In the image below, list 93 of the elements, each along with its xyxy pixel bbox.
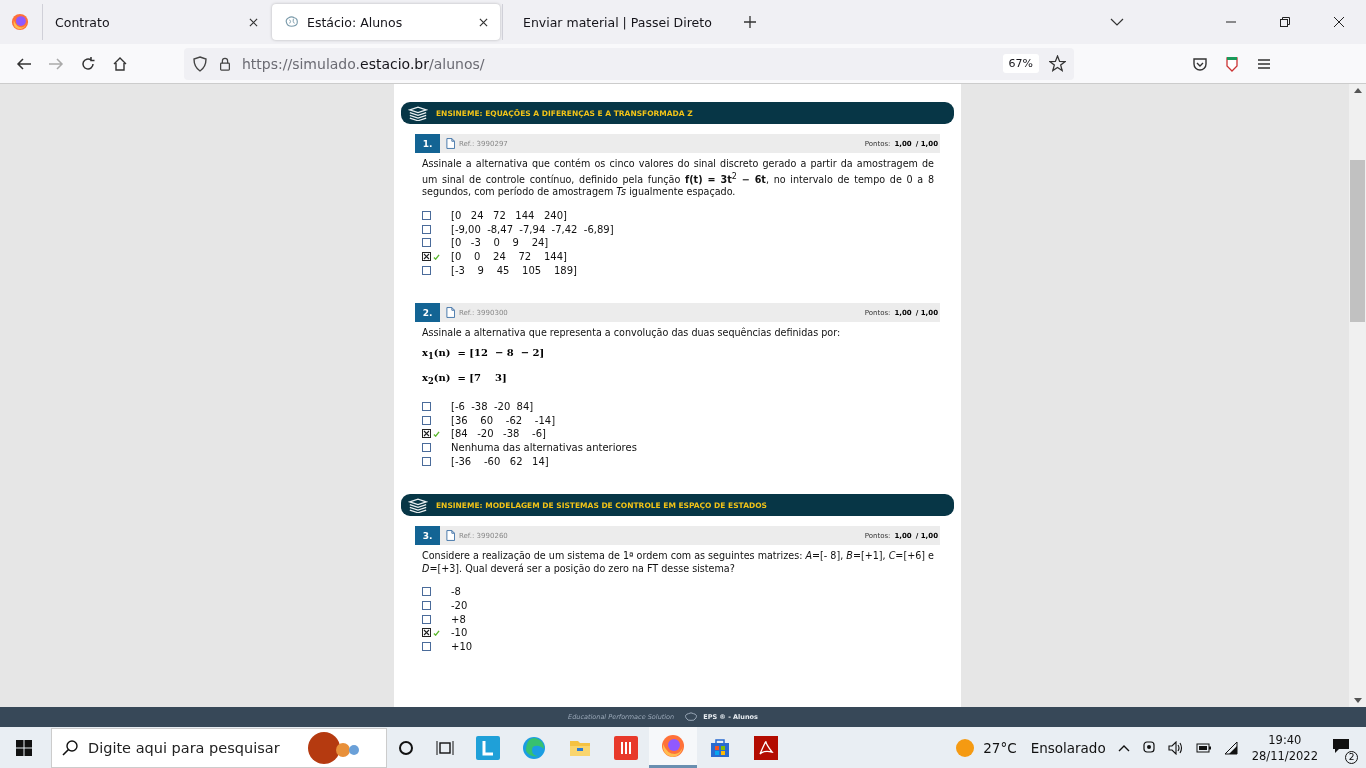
notification-count-badge: 2	[1345, 750, 1358, 764]
clock-time: 19:40	[1268, 731, 1302, 748]
answer-option: [84 -20 -38 -6]	[451, 428, 546, 440]
chevron-down-icon[interactable]	[1110, 18, 1124, 26]
extension-icon[interactable]	[1224, 55, 1240, 72]
scrollbar-thumb[interactable]	[1350, 160, 1365, 322]
url-text: https://simulado.estacio.br/alunos/	[242, 55, 485, 72]
answer-option: [0 24 72 144 240]	[451, 210, 567, 222]
answer-option: Nenhuma das alternativas anteriores	[451, 442, 637, 454]
checkbox[interactable]	[422, 211, 431, 221]
speaker-icon[interactable]	[1167, 740, 1184, 755]
taskbar-clock[interactable]: 19:40 28/11/2022	[1251, 731, 1318, 764]
taskbar-search-field[interactable]: Digite aqui para pesquisar	[51, 727, 387, 768]
checked-checkbox[interactable]	[422, 628, 431, 638]
scroll-up-icon[interactable]	[1353, 88, 1362, 93]
pocket-icon[interactable]	[1192, 55, 1208, 72]
checked-checkbox[interactable]	[422, 252, 431, 262]
home-icon[interactable]	[112, 55, 128, 72]
clock-date: 28/11/2022	[1251, 747, 1318, 764]
answer-option: [-9,00 -8,47 -7,94 -7,42 -6,89]	[451, 223, 614, 235]
task-view-icon[interactable]	[436, 739, 454, 756]
wifi-icon[interactable]	[1223, 740, 1238, 755]
shield-icon	[192, 55, 208, 72]
tab-title: Estácio: Alunos	[307, 14, 404, 30]
checkbox[interactable]	[422, 224, 431, 234]
star-icon[interactable]	[1049, 55, 1066, 72]
question-number: 1.	[415, 134, 440, 153]
lock-icon	[218, 55, 232, 72]
new-tab-icon[interactable]	[744, 16, 756, 28]
question-statement: Considere a realização de um sistema de 1ª ordem com as seguintes matrizes: A=[- 8], B=[+1], C=[+6] e D=[+3]. Qual deverá ser a posição do zero na FT desse sistema?	[422, 550, 934, 576]
browser-tab[interactable]: Enviar material | Passei Direto	[502, 4, 730, 40]
bars-app-icon[interactable]	[614, 735, 638, 760]
checkbox[interactable]	[422, 601, 431, 611]
back-icon[interactable]	[16, 55, 32, 72]
browser-tab[interactable]: Contrato	[42, 4, 270, 40]
checkbox[interactable]	[422, 614, 431, 624]
answer-option: [0 0 24 72 144]	[451, 251, 567, 263]
answer-option: [36 60 -62 -14]	[451, 414, 556, 426]
checkbox[interactable]	[422, 415, 431, 425]
question-statement: Assinale a alternativa que representa a convolução das duas sequências definidas por:	[422, 327, 842, 340]
address-bar[interactable]: https://simulado.estacio.br/alunos/ 67%	[184, 47, 1074, 80]
letter-l-app-icon[interactable]	[476, 735, 500, 760]
weather-text: Ensolarado	[1030, 739, 1106, 756]
answer-option: [-3 9 45 105 189]	[451, 264, 577, 276]
books-icon	[408, 497, 428, 513]
checkbox[interactable]	[422, 238, 431, 248]
document-icon	[446, 530, 455, 542]
tab-title: Enviar material | Passei Direto	[523, 14, 712, 30]
math-formula: x$_{1}$(n) = [12 − 8 − 2]	[422, 345, 546, 363]
taskbar-button[interactable]	[649, 727, 697, 768]
checkbox[interactable]	[422, 587, 431, 597]
temperature-text: 27°C	[983, 739, 1017, 756]
checkbox[interactable]	[422, 642, 431, 652]
close-icon[interactable]	[249, 17, 258, 27]
answer-option: -20	[451, 600, 468, 612]
pdf-reader-icon[interactable]	[754, 735, 778, 760]
answer-option: -10	[451, 627, 468, 639]
webcam-icon[interactable]	[1141, 740, 1156, 755]
checkbox[interactable]	[422, 401, 431, 411]
tab-title: Contrato	[55, 14, 111, 30]
books-icon	[408, 105, 428, 121]
question-number: 2.	[415, 303, 440, 323]
search-icon	[62, 739, 78, 756]
zoom-level-badge[interactable]: 67%	[1002, 54, 1039, 73]
windows-start-icon[interactable]	[16, 739, 32, 756]
close-icon[interactable]	[1334, 17, 1344, 27]
answer-option: +10	[451, 641, 473, 653]
answer-option: [-6 -38 -20 84]	[451, 400, 534, 412]
answer-option: [0 -3 0 9 24]	[451, 237, 549, 249]
battery-icon[interactable]	[1195, 742, 1212, 753]
checked-checkbox[interactable]	[422, 429, 431, 439]
restore-icon[interactable]	[1280, 17, 1290, 27]
document-icon	[446, 307, 455, 319]
firefox-icon	[661, 734, 685, 758]
checkbox[interactable]	[422, 265, 431, 275]
scroll-down-icon[interactable]	[1353, 698, 1362, 703]
chevron-up-icon[interactable]	[1117, 743, 1130, 752]
checkbox[interactable]	[422, 443, 431, 453]
notification-icon[interactable]	[1332, 737, 1350, 754]
task-view-circle-icon[interactable]	[398, 739, 414, 756]
checkbox[interactable]	[422, 456, 431, 466]
browser-tab[interactable]: Estácio: Alunos	[272, 4, 500, 40]
edge-browser-icon[interactable]	[522, 735, 546, 760]
question-number: 3.	[415, 526, 440, 546]
close-icon[interactable]	[479, 17, 488, 27]
question-statement: Assinale a alternativa que contém os cinco valores do sinal discreto gerado a partir da amostragem de um sinal de controle contínuo, definido pela função f(t) = 3t$^{2}$ − 6t, no intervalo de tempo de 0 a 8 segundos, com período de amostragem Ts igualmente espaçado.	[422, 158, 934, 199]
answer-option: [-36 -60 62 14]	[451, 455, 549, 467]
answer-option: -8	[451, 586, 461, 598]
reload-icon[interactable]	[80, 55, 96, 72]
document-icon	[446, 138, 455, 149]
math-formula: x$_{2}$(n) = [7 3]	[422, 370, 508, 388]
firefox-logo-icon[interactable]	[11, 13, 29, 31]
answer-option: +8	[451, 613, 466, 625]
